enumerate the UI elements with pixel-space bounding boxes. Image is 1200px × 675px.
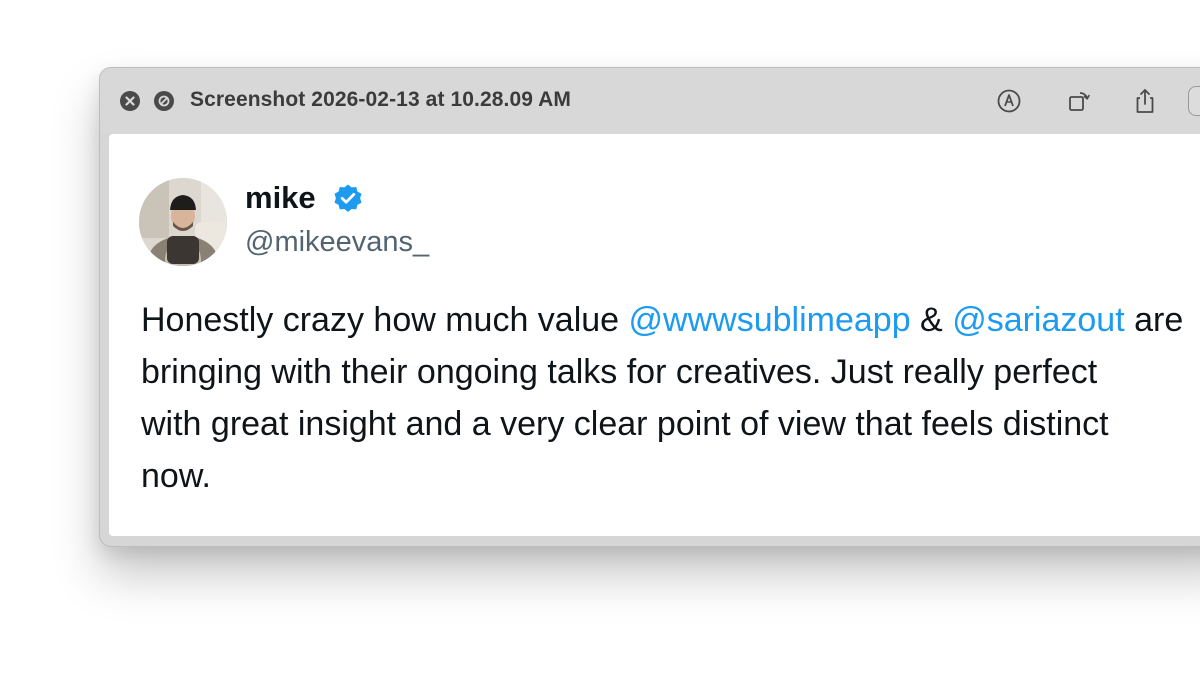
- tweet-line: bringing with their ongoing talks for cr…: [141, 353, 1098, 391]
- window-titlebar[interactable]: Screenshot 2026-02-13 at 10.28.09 AM: [100, 68, 1200, 134]
- more-icon[interactable]: [1188, 86, 1200, 116]
- close-icon[interactable]: [120, 91, 140, 111]
- verified-badge-icon: [331, 182, 365, 216]
- preview-window: Screenshot 2026-02-13 at 10.28.09 AM mik…: [99, 67, 1200, 547]
- tweet-line: with great insight and a very clear poin…: [141, 405, 1109, 443]
- tweet-card: mike @mikeevans_ Honestly crazy how much…: [109, 134, 1200, 536]
- markup-icon[interactable]: [994, 86, 1024, 116]
- author-handle[interactable]: @mikeevans_: [245, 226, 429, 259]
- tweet-text-segment: are: [1124, 301, 1184, 339]
- tweet-text-segment: &: [910, 301, 953, 339]
- tweet-line: Honestly crazy how much value @wwwsublim…: [141, 294, 1200, 346]
- author-display-name[interactable]: mike: [245, 180, 316, 216]
- avatar[interactable]: [139, 178, 227, 266]
- mention-link[interactable]: @sariazout: [952, 301, 1124, 339]
- rotate-icon[interactable]: [1064, 86, 1094, 116]
- tweet-line: now.: [141, 457, 211, 495]
- mention-link[interactable]: @wwwsublimeapp: [629, 301, 911, 339]
- share-icon[interactable]: [1130, 86, 1160, 116]
- block-icon[interactable]: [154, 91, 174, 111]
- tweet-body: Honestly crazy how much value @wwwsublim…: [141, 294, 1200, 502]
- tweet-text-segment: Honestly crazy how much value: [141, 301, 629, 339]
- desktop-stage: Screenshot 2026-02-13 at 10.28.09 AM mik…: [0, 0, 1200, 675]
- window-title: Screenshot 2026-02-13 at 10.28.09 AM: [190, 88, 572, 111]
